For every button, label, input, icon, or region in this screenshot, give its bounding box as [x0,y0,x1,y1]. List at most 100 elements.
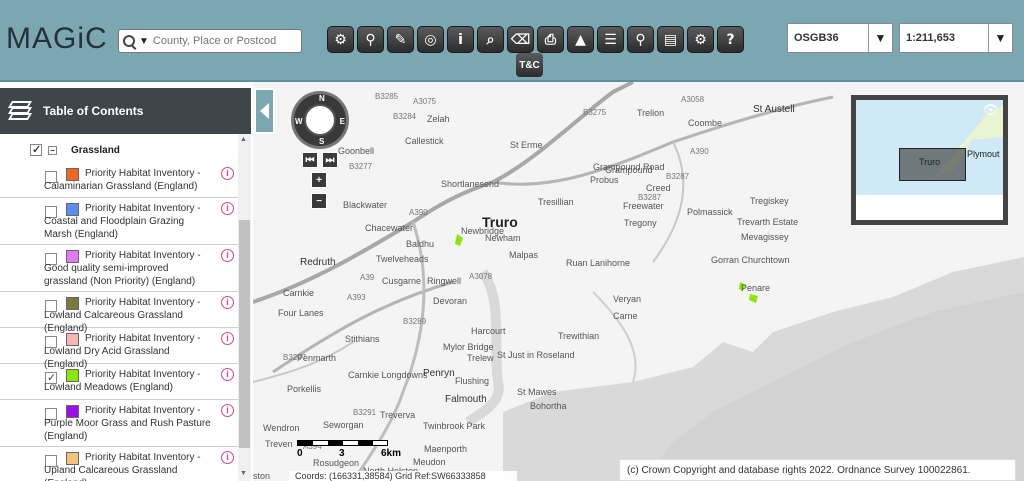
info-icon[interactable]: i [221,202,234,215]
terms-button[interactable]: T&C [516,53,543,77]
place-label: Tresillian [538,197,574,207]
measure-ruler-icon[interactable]: ✎ [387,26,414,53]
coords-readout: Coords: (166331,38584) Grid Ref:SW663338… [289,471,517,481]
list-item: Priority Habitat Inventory - Lowland Cal… [0,292,238,334]
place-label: Devoran [433,296,468,306]
scale-select[interactable]: 1:211,653 ▼ [899,23,1013,53]
collapse-icon[interactable]: − [48,145,57,155]
road-label: A3058 [681,95,705,104]
layer-label: Priority Habitat Inventory - Good qualit… [44,250,201,287]
place-label: St Just in Roseland [497,350,575,360]
list-item: Priority Habitat Inventory - Calaminaria… [0,163,238,198]
compass-west[interactable]: W [295,117,303,126]
road-label: B3287 [638,193,662,202]
next-extent-button[interactable]: ⏭ [322,152,338,168]
place-label: Ruan Lanihorne [566,258,631,268]
terms-label: T&C [519,59,540,71]
layers-tool-icon[interactable]: ⚙ [327,26,354,53]
scroll-down-icon[interactable]: ▼ [240,470,247,477]
find-icon[interactable]: ⚲ [627,26,654,53]
scale-tick: 0 [297,448,303,459]
zoom-out-button[interactable]: − [311,193,327,209]
toc-panel: − Grassland Priority Habitat Inventory -… [0,134,251,481]
info-icon[interactable]: i [221,451,234,464]
place-label: Cusgarne [382,276,422,286]
chevron-down-icon[interactable]: ▼ [868,24,892,52]
settings-icon[interactable]: ⚙ [687,26,714,53]
place-label: Tregiskey [750,196,789,206]
bookmark-icon[interactable]: ▤ [657,26,684,53]
place-label: Carne [613,311,638,321]
info-icon[interactable]: i [221,167,234,180]
place-label: Veryan [613,294,642,304]
place-label: Probus [590,175,619,185]
compass-east[interactable]: E [340,117,345,126]
road-label: A3078 [469,272,493,281]
layer-label: Priority Habitat Inventory - Purple Moor… [44,405,211,442]
info-icon[interactable]: i [221,368,234,381]
search-box[interactable]: ▼ [118,29,302,53]
group-checkbox[interactable] [30,143,42,156]
search-input[interactable] [152,35,293,47]
place-label: Mylor Bridge [443,342,494,352]
previous-extent-button[interactable]: ⏮ [302,152,318,168]
place-label: St Erme [510,140,543,150]
chevron-down-icon[interactable]: ▼ [988,24,1012,52]
info-icon[interactable]: i [221,404,234,417]
list-icon[interactable]: ☰ [597,26,624,53]
locate-crosshair-icon[interactable]: ◎ [417,26,444,53]
header: MAGiC ▼ ⚙ ⚲ ✎ ◎ i ⌕ ⌫ ⎙ ▲ ☰ ⚲ ▤ ⚙ ? T&C … [0,0,1024,82]
road-label: B3277 [349,162,373,171]
toc-collapse-button[interactable] [254,88,275,134]
place-label: Ringwell [427,276,462,286]
road-label: B3284 [393,112,417,121]
info-icon[interactable]: i [221,332,234,345]
place-label: Redruth [300,257,336,268]
toc-scrollbar[interactable]: ▲ ▼ [238,134,251,481]
compass-pan-control[interactable]: N S E W [291,91,349,149]
scale-tick: 3 [339,448,345,459]
place-label: Twelveheads [376,254,429,264]
zoom-in-button[interactable]: + [311,172,327,188]
place-label: Trevarth Estate [737,217,799,227]
search-dropdown-icon[interactable]: ▼ [139,36,149,47]
place-label: Trelew [467,353,494,363]
help-icon[interactable]: ? [717,26,744,53]
compass-south[interactable]: S [319,137,324,146]
info-icon[interactable]: i [221,249,234,262]
road-label: B3291 [353,408,377,417]
info-icon[interactable]: i [221,296,234,309]
place-label: Callestick [405,136,444,146]
place-label: St Austell [753,104,795,115]
scrollbar-thumb[interactable] [239,220,250,448]
info-icon[interactable]: i [447,26,474,53]
zoom-search-icon[interactable]: ⚲ [357,26,384,53]
place-label: Harcourt [471,326,506,336]
place-label: Tregony [624,218,657,228]
place-label: Coombe [688,118,723,128]
overview-map[interactable]: Truro Plymout 👁 [851,95,1008,225]
eye-icon[interactable]: 👁 [982,102,999,118]
place-label: Grampound Road [593,162,665,172]
place-label: Maenporth [424,444,468,454]
toc-group-grassland[interactable]: − Grassland [30,143,120,156]
eraser-icon[interactable]: ⌫ [507,26,534,53]
layer-label: Priority Habitat Inventory - Calaminaria… [44,168,201,192]
print-icon[interactable]: ⎙ [537,26,564,53]
layers-icon [7,99,33,123]
place-label: ston [253,471,271,481]
projection-select[interactable]: OSGB36 ▼ [787,23,893,53]
layer-label: Priority Habitat Inventory - Lowland Mea… [44,369,201,393]
app-logo: MAGiC [6,22,108,56]
place-label: Blackwater [343,200,388,210]
road-label: A390 [690,147,709,156]
scroll-up-icon[interactable]: ▲ [240,136,247,143]
layer-label: Priority Habitat Inventory - Upland Calc… [44,452,201,481]
globe-icon[interactable] [304,104,336,136]
place-label: Carnkie Longdowns [348,370,428,380]
compass-north[interactable]: N [319,94,325,103]
search-icon[interactable] [123,35,135,47]
education-icon[interactable]: ▲ [567,26,594,53]
identify-icon[interactable]: ⌕ [477,26,504,53]
place-label: Treverva [380,410,416,420]
